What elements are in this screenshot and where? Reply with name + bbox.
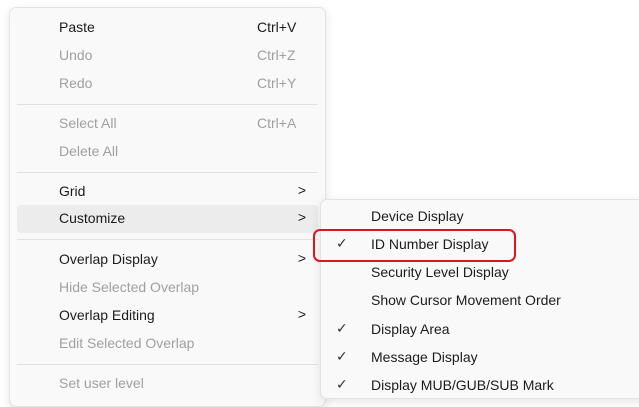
menu-divider [17,104,318,105]
menu-item-label: Overlap Display [59,251,158,267]
checkmark-icon: ✓ [336,320,348,336]
submenu-item-label: Show Cursor Movement Order [371,292,561,308]
menu-divider [17,239,318,240]
menu-item-shortcut: Ctrl+A [257,115,297,131]
menu-item-set-user-level[interactable]: Set user level [17,370,318,398]
menu-item-delete-all[interactable]: Delete All [17,138,318,166]
highlight-annotation [313,229,516,262]
submenu-item-show-cursor-movement-order[interactable]: Show Cursor Movement Order [328,287,639,315]
menu-item-select-all[interactable]: Select All Ctrl+A [17,110,318,138]
menu-item-redo[interactable]: Redo Ctrl+Y [17,70,318,98]
submenu-item-display-mub-gub-sub-mark[interactable]: ✓ Display MUB/GUB/SUB Mark [328,372,639,400]
menu-item-label: Customize [59,210,126,226]
menu-item-label: Redo [59,75,93,91]
menu-item-undo[interactable]: Undo Ctrl+Z [17,42,318,70]
menu-item-customize[interactable]: Customize > [17,205,318,233]
checkmark-icon: ✓ [336,348,348,364]
menu-item-label: Select All [59,115,117,131]
chevron-right-icon: > [297,250,306,266]
submenu-item-security-level-display[interactable]: Security Level Display [328,259,639,287]
chevron-right-icon: > [297,182,306,198]
menu-item-label: Set user level [59,375,144,391]
menu-item-paste[interactable]: Paste Ctrl+V [17,14,318,42]
menu-item-label: Overlap Editing [59,307,155,323]
submenu-item-display-area[interactable]: ✓ Display Area [328,316,639,344]
menu-item-shortcut: Ctrl+Z [257,47,296,63]
menu-item-overlap-editing[interactable]: Overlap Editing > [17,302,318,330]
menu-item-hide-selected-overlap[interactable]: Hide Selected Overlap [17,274,318,302]
submenu-item-message-display[interactable]: ✓ Message Display [328,344,639,372]
submenu-item-device-display[interactable]: Device Display [328,203,639,231]
menu-item-label: Grid [59,183,86,199]
chevron-right-icon: > [297,306,306,322]
checkmark-icon: ✓ [336,376,348,392]
menu-item-label: Edit Selected Overlap [59,335,195,351]
menu-item-label: Undo [59,47,93,63]
menu-item-label: Delete All [59,143,119,159]
menu-item-shortcut: Ctrl+V [257,19,297,35]
submenu-item-label: Message Display [371,349,478,365]
menu-item-shortcut: Ctrl+Y [257,75,297,91]
context-menu: Paste Ctrl+V Undo Ctrl+Z Redo Ctrl+Y Sel… [9,7,326,407]
submenu-item-label: Device Display [371,208,464,224]
menu-divider [17,172,318,173]
chevron-right-icon: > [297,209,306,225]
submenu-item-label: Display Area [371,321,450,337]
submenu-item-label: Display MUB/GUB/SUB Mark [371,377,554,393]
menu-item-label: Hide Selected Overlap [59,279,200,295]
menu-divider [17,364,318,365]
submenu-item-label: Security Level Display [371,264,509,280]
menu-item-edit-selected-overlap[interactable]: Edit Selected Overlap [17,330,318,358]
menu-item-label: Paste [59,19,95,35]
menu-item-grid[interactable]: Grid > [17,178,318,206]
menu-item-overlap-display[interactable]: Overlap Display > [17,246,318,274]
